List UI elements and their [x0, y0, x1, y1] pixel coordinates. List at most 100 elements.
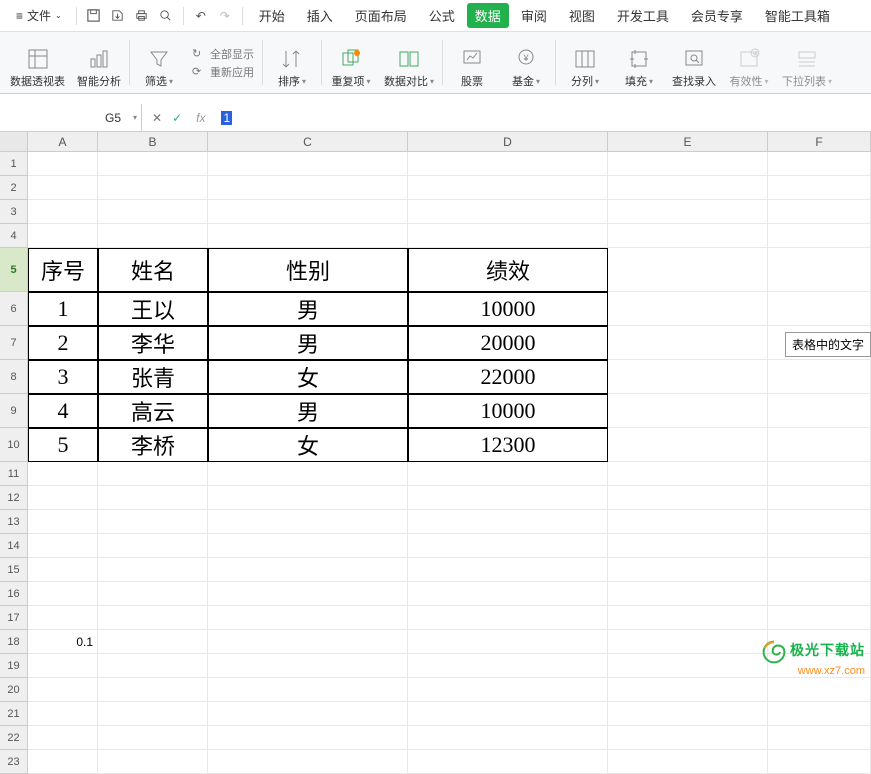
cell[interactable] [768, 534, 871, 558]
cell[interactable] [98, 510, 208, 534]
cell[interactable] [768, 200, 871, 224]
cell[interactable] [768, 292, 871, 326]
validity-button[interactable]: 有效性▾ [722, 32, 776, 93]
cell[interactable] [28, 462, 98, 486]
cell[interactable] [608, 558, 768, 582]
row-header[interactable]: 22 [0, 726, 28, 750]
cell[interactable] [768, 678, 871, 702]
find-enter-button[interactable]: 查找录入 [666, 32, 722, 93]
sort-button[interactable]: 排序▾ [265, 32, 319, 93]
cell[interactable] [408, 176, 608, 200]
cell[interactable] [608, 176, 768, 200]
cell[interactable] [98, 462, 208, 486]
cell[interactable] [28, 702, 98, 726]
cell[interactable] [408, 726, 608, 750]
cell[interactable] [608, 750, 768, 774]
cell[interactable]: 女 [208, 428, 408, 462]
cell[interactable] [768, 582, 871, 606]
col-header-B[interactable]: B [98, 132, 208, 151]
cell[interactable] [768, 726, 871, 750]
select-all-corner[interactable] [0, 132, 28, 151]
undo-icon[interactable]: ↶ [190, 5, 212, 27]
row-header[interactable]: 21 [0, 702, 28, 726]
row-header[interactable]: 14 [0, 534, 28, 558]
cell[interactable]: 姓名 [98, 248, 208, 292]
cell[interactable] [608, 582, 768, 606]
cell[interactable] [208, 486, 408, 510]
tab-view[interactable]: 视图 [559, 1, 605, 30]
cell[interactable]: 0.1 [28, 630, 98, 654]
row-header[interactable]: 13 [0, 510, 28, 534]
cell[interactable] [768, 510, 871, 534]
cell[interactable] [208, 462, 408, 486]
col-header-E[interactable]: E [608, 132, 768, 151]
cell[interactable]: 2 [28, 326, 98, 360]
cell[interactable] [608, 394, 768, 428]
cell[interactable] [208, 558, 408, 582]
preview-icon[interactable] [155, 5, 177, 27]
cell[interactable] [608, 534, 768, 558]
cell[interactable] [608, 462, 768, 486]
spreadsheet[interactable]: A B C D E F 12345序号姓名性别绩效61王以男1000072李华男… [0, 132, 871, 774]
reapply-button[interactable]: ⟳重新应用 [192, 63, 254, 81]
cell[interactable]: 李华 [98, 326, 208, 360]
cell[interactable] [28, 510, 98, 534]
col-header-D[interactable]: D [408, 132, 608, 151]
cell[interactable]: 4 [28, 394, 98, 428]
cell[interactable] [608, 510, 768, 534]
cell[interactable]: 20000 [408, 326, 608, 360]
cell[interactable] [768, 702, 871, 726]
row-header[interactable]: 15 [0, 558, 28, 582]
cell[interactable] [98, 606, 208, 630]
tab-layout[interactable]: 页面布局 [345, 1, 417, 30]
row-header[interactable]: 20 [0, 678, 28, 702]
cell[interactable] [98, 486, 208, 510]
cell[interactable] [28, 606, 98, 630]
row-header[interactable]: 2 [0, 176, 28, 200]
fill-button[interactable]: 填充▾ [612, 32, 666, 93]
tab-review[interactable]: 审阅 [511, 1, 557, 30]
cell[interactable] [28, 534, 98, 558]
cell[interactable]: 10000 [408, 394, 608, 428]
cell[interactable] [408, 606, 608, 630]
cell[interactable] [608, 486, 768, 510]
fx-icon[interactable]: fx [196, 111, 205, 125]
cell[interactable] [608, 248, 768, 292]
cell[interactable] [208, 224, 408, 248]
cell[interactable] [28, 726, 98, 750]
cell[interactable] [608, 292, 768, 326]
cell[interactable] [28, 654, 98, 678]
cell[interactable] [608, 678, 768, 702]
cell[interactable] [98, 654, 208, 678]
file-menu[interactable]: ≡ 文件 ⌄ [8, 4, 70, 27]
cell[interactable] [208, 726, 408, 750]
col-header-A[interactable]: A [28, 132, 98, 151]
duplicates-button[interactable]: 重复项▾ [324, 32, 378, 93]
cell[interactable] [608, 224, 768, 248]
smart-analyze-button[interactable]: 智能分析 [71, 32, 127, 93]
row-header[interactable]: 16 [0, 582, 28, 606]
cell[interactable] [98, 224, 208, 248]
cell[interactable] [608, 326, 768, 360]
row-header[interactable]: 9 [0, 394, 28, 428]
cell[interactable]: 绩效 [408, 248, 608, 292]
cell[interactable] [768, 558, 871, 582]
cell[interactable] [98, 702, 208, 726]
cell[interactable] [768, 750, 871, 774]
tab-member[interactable]: 会员专享 [681, 1, 753, 30]
cell[interactable] [98, 630, 208, 654]
cell[interactable] [208, 582, 408, 606]
cell[interactable] [28, 750, 98, 774]
cell[interactable] [608, 360, 768, 394]
row-header[interactable]: 1 [0, 152, 28, 176]
cell[interactable] [28, 152, 98, 176]
cell[interactable] [98, 176, 208, 200]
cell[interactable] [98, 726, 208, 750]
cell[interactable]: 王以 [98, 292, 208, 326]
cell[interactable] [208, 152, 408, 176]
cell[interactable] [768, 152, 871, 176]
cell[interactable] [408, 534, 608, 558]
cell[interactable] [408, 582, 608, 606]
tab-smarttools[interactable]: 智能工具箱 [755, 1, 840, 30]
row-header[interactable]: 12 [0, 486, 28, 510]
